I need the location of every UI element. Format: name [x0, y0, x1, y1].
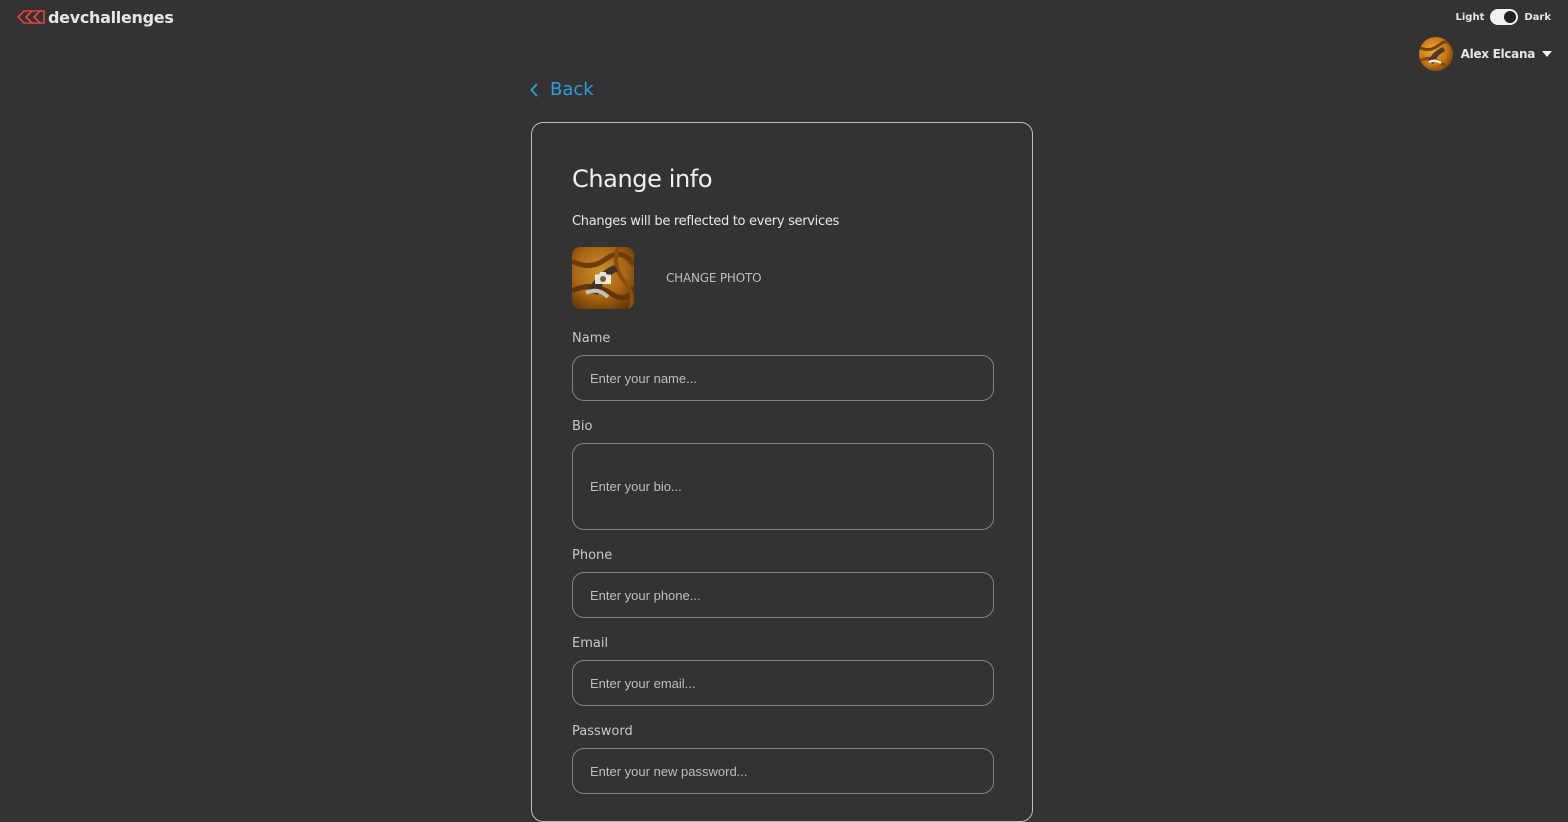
theme-dark-label: Dark	[1524, 11, 1551, 23]
change-info-card: Change info Changes will be reflected to…	[531, 122, 1033, 822]
logo-text: devchallenges	[48, 7, 174, 27]
theme-light-label: Light	[1455, 11, 1485, 23]
name-label: Name	[572, 331, 611, 346]
name-input[interactable]: Enter your name...	[572, 355, 994, 401]
profile-photo	[572, 247, 634, 309]
change-photo-label: CHANGE PHOTO	[666, 271, 762, 285]
bio-label: Bio	[572, 419, 593, 434]
phone-placeholder: Enter your phone...	[590, 587, 701, 603]
page-title: Change info	[572, 165, 713, 193]
avatar	[1418, 37, 1453, 71]
top-bar: devchallenges Light Dark	[0, 0, 1568, 36]
devchallenges-logo-icon	[16, 10, 45, 24]
back-link[interactable]: Back	[530, 79, 594, 100]
email-placeholder: Enter your email...	[590, 675, 696, 691]
chevron-left-icon	[530, 82, 538, 97]
logo[interactable]: devchallenges	[16, 7, 174, 27]
phone-label: Phone	[572, 548, 613, 563]
camera-icon	[595, 272, 611, 284]
password-placeholder: Enter your new password...	[590, 763, 748, 779]
email-label: Email	[572, 636, 609, 651]
phone-input[interactable]: Enter your phone...	[572, 572, 994, 618]
password-input[interactable]: Enter your new password...	[572, 748, 994, 794]
theme-switch[interactable]	[1490, 9, 1519, 25]
page-subtitle: Changes will be reflected to every servi…	[572, 214, 840, 229]
theme-toggle: Light Dark	[1455, 9, 1551, 25]
change-photo-control[interactable]: CHANGE PHOTO	[572, 247, 762, 309]
password-label: Password	[572, 724, 633, 739]
back-label: Back	[550, 79, 594, 100]
name-placeholder: Enter your name...	[590, 370, 697, 386]
email-input[interactable]: Enter your email...	[572, 660, 994, 706]
user-name: Alex Elcana	[1460, 47, 1536, 61]
caret-down-icon	[1542, 51, 1552, 57]
theme-switch-knob	[1504, 11, 1517, 23]
user-menu[interactable]: Alex Elcana	[1418, 37, 1552, 71]
bio-textarea[interactable]: Enter your bio...	[572, 443, 994, 530]
bio-placeholder: Enter your bio...	[590, 479, 682, 494]
